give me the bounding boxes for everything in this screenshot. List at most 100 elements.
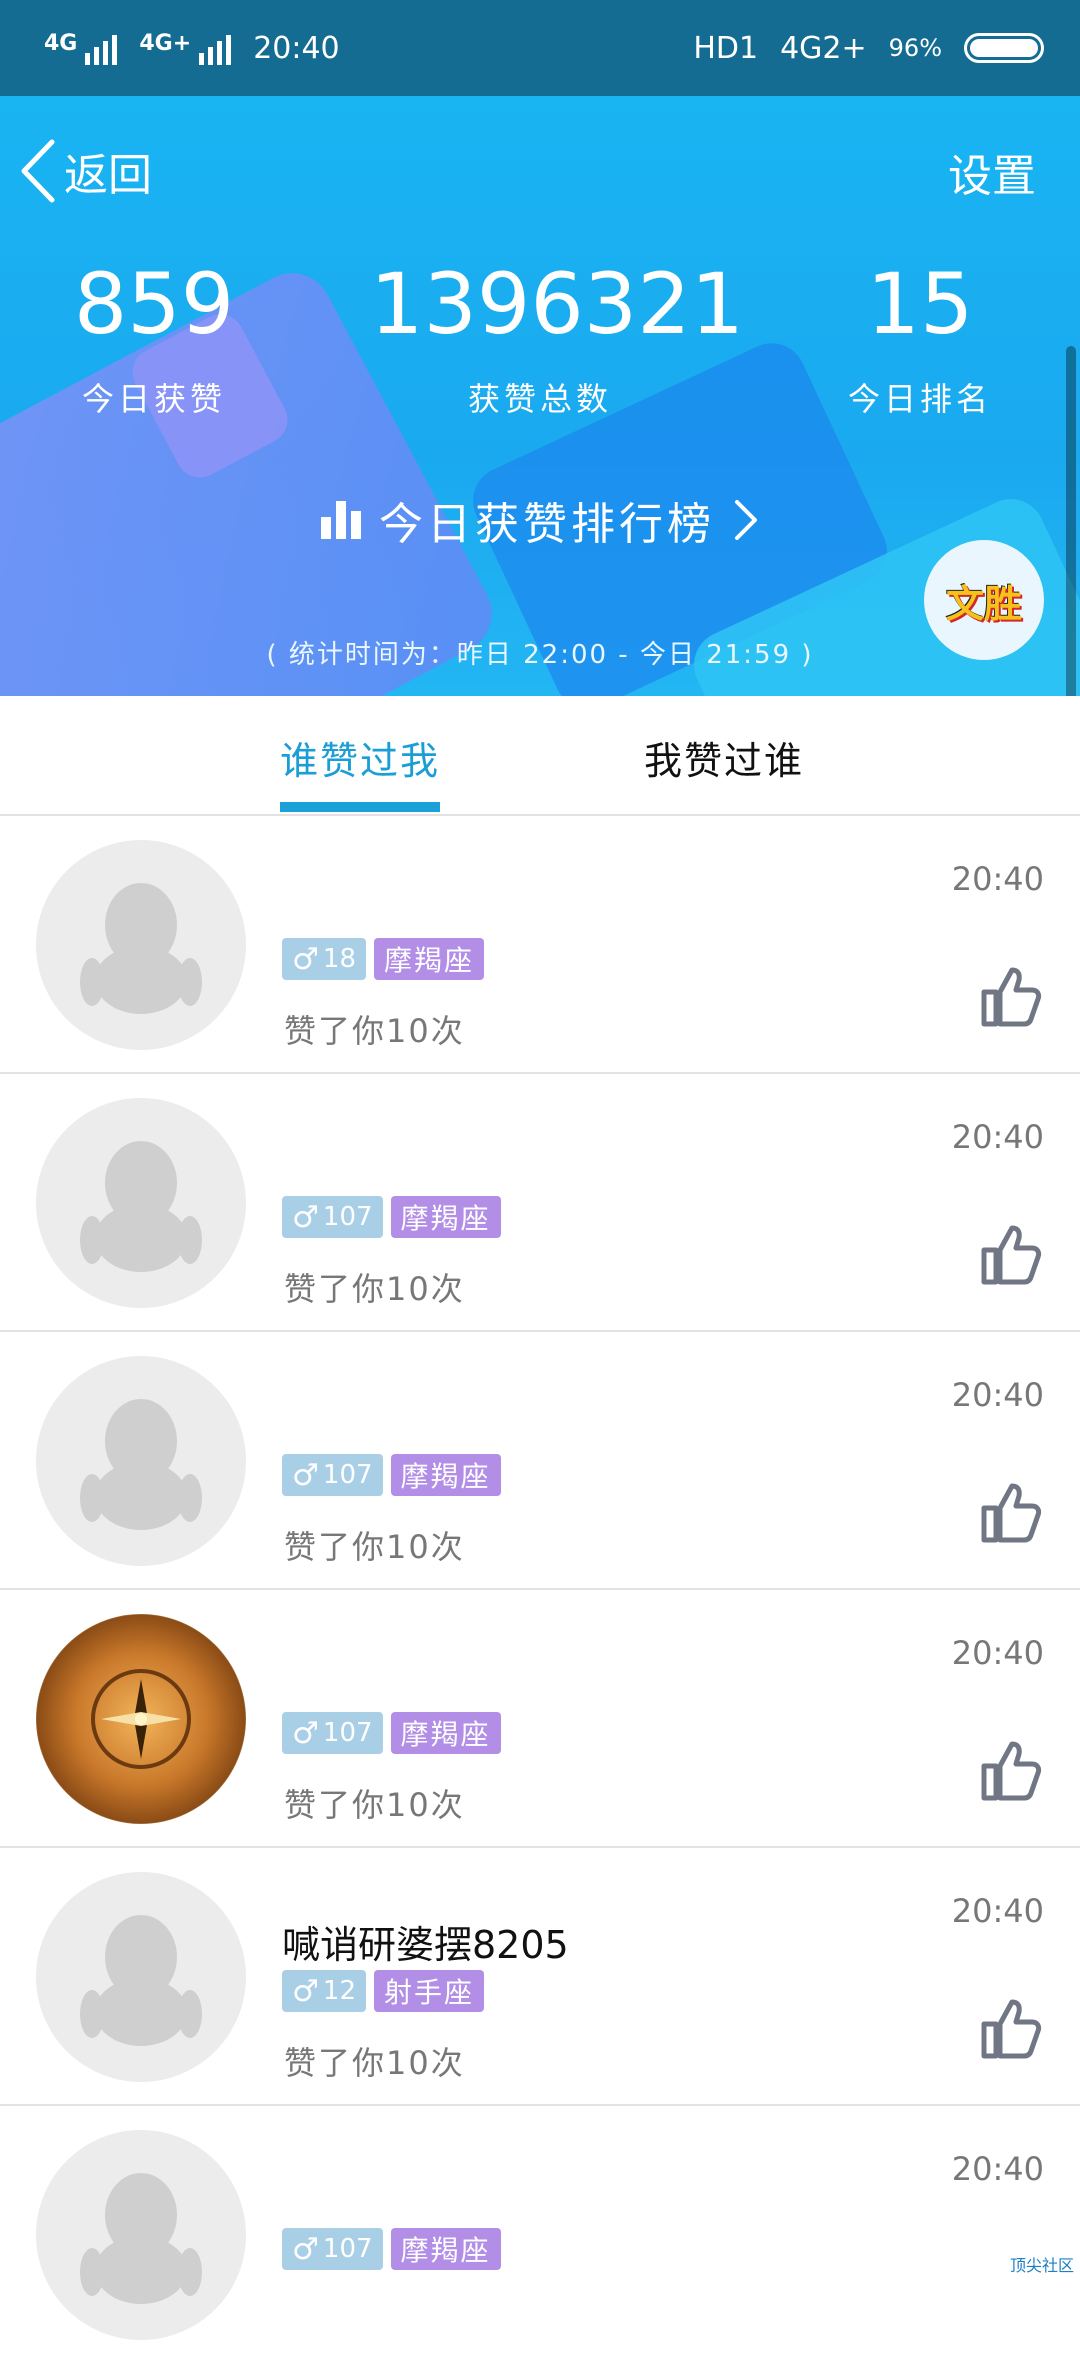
user-tags: ♂12 射手座 — [282, 1970, 484, 2012]
penguin-icon — [76, 1902, 206, 2052]
penguin-icon — [76, 1128, 206, 1278]
settings-button[interactable]: 设置 — [948, 140, 1036, 204]
tab-i-liked[interactable]: 我赞过谁 — [644, 730, 804, 785]
list-item[interactable]: 20:40 ♂107 摩羯座 赞了你10次 — [0, 1074, 1080, 1332]
like-time: 20:40 — [952, 860, 1044, 898]
avatar[interactable] — [36, 1356, 246, 1566]
leaderboard-link[interactable]: 今日获赞排行榜 — [0, 488, 1080, 552]
status-left: 4G 4G+ 20:40 — [44, 31, 340, 66]
status-right: HD1 4G2+ 96% — [693, 31, 1044, 66]
gender-age-tag: ♂107 — [282, 1196, 383, 1238]
thumbs-up-icon[interactable] — [980, 1998, 1042, 2060]
gender-age-tag: ♂12 — [282, 1970, 366, 2012]
stat-value: 1396321 — [370, 256, 710, 352]
avatar[interactable] — [36, 1614, 246, 1824]
penguin-icon — [76, 1386, 206, 1536]
scrollbar[interactable] — [1066, 346, 1076, 696]
thumbs-up-icon[interactable] — [980, 1740, 1042, 1802]
signal-1-icon: 4G — [44, 31, 117, 65]
male-icon: ♂ — [292, 942, 319, 977]
stat-today-rank: 15 今日排名 — [820, 256, 1020, 420]
likes-count-text: 赞了你10次 — [284, 1780, 465, 1826]
likes-count-text: 赞了你10次 — [284, 1264, 465, 1310]
user-tags: ♂107 摩羯座 — [282, 1454, 501, 1496]
leaderboard-label: 今日获赞排行榜 — [379, 488, 715, 552]
penguin-icon — [76, 870, 206, 1020]
male-icon: ♂ — [292, 2232, 319, 2267]
stat-total-likes: 1396321 获赞总数 — [370, 256, 710, 420]
list-item[interactable]: 20:40 ♂107 摩羯座 — [0, 2106, 1080, 2364]
signal-2-icon: 4G+ — [139, 31, 231, 65]
gender-age-tag: ♂107 — [282, 1454, 383, 1496]
zodiac-tag: 摩羯座 — [391, 2228, 501, 2270]
list-item[interactable]: 喊诮研婆摆8205 20:40 ♂12 射手座 赞了你10次 — [0, 1848, 1080, 2106]
likes-count-text: 赞了你10次 — [284, 1006, 465, 1052]
gender-age-tag: ♂18 — [282, 938, 366, 980]
user-tags: ♂107 摩羯座 — [282, 2228, 501, 2270]
likes-header: 返回 设置 859 今日获赞 1396321 获赞总数 15 今日排名 今日获赞… — [0, 96, 1080, 696]
user-tags: ♂107 摩羯座 — [282, 1712, 501, 1754]
network-type-2: 4G+ — [139, 31, 191, 56]
gender-age-tag: ♂107 — [282, 2228, 383, 2270]
badge-logo: 文胜 — [946, 573, 1022, 628]
list-item[interactable]: 20:40 ♂18 摩羯座 赞了你10次 — [0, 816, 1080, 1074]
tab-indicator — [280, 802, 440, 812]
watermark: 顶尖社区 — [1004, 2248, 1080, 2280]
zodiac-tag: 摩羯座 — [391, 1196, 501, 1238]
tab-bar: 谁赞过我 我赞过谁 — [0, 696, 1080, 816]
network-type-1: 4G — [44, 31, 77, 56]
like-time: 20:40 — [952, 1634, 1044, 1672]
likes-list: 20:40 ♂18 摩羯座 赞了你10次 20:40 ♂107 摩羯座 赞了你1… — [0, 816, 1080, 2364]
list-item[interactable]: 20:40 ♂107 摩羯座 赞了你10次 — [0, 1590, 1080, 1848]
gender-age-tag: ♂107 — [282, 1712, 383, 1754]
tab-who-liked-me[interactable]: 谁赞过我 — [280, 730, 440, 785]
avatar[interactable] — [36, 1098, 246, 1308]
battery-icon — [964, 33, 1044, 63]
age: 107 — [323, 1202, 373, 1232]
male-icon: ♂ — [292, 1716, 319, 1751]
stat-value: 859 — [54, 256, 254, 352]
badge-button[interactable]: 文胜 — [924, 540, 1044, 660]
avatar[interactable] — [36, 840, 246, 1050]
age: 12 — [323, 1976, 356, 2006]
male-icon: ♂ — [292, 1974, 319, 2009]
zodiac-tag: 摩羯座 — [391, 1712, 501, 1754]
chevron-right-icon — [733, 498, 759, 542]
list-item[interactable]: 20:40 ♂107 摩羯座 赞了你10次 — [0, 1332, 1080, 1590]
thumbs-up-icon[interactable] — [980, 1224, 1042, 1286]
thumbs-up-icon[interactable] — [980, 966, 1042, 1028]
stat-value: 15 — [820, 256, 1020, 352]
compass-icon — [76, 1644, 206, 1794]
male-icon: ♂ — [292, 1458, 319, 1493]
avatar[interactable] — [36, 1872, 246, 2082]
stats-period: ( 统计时间为：昨日 22:00 - 今日 21:59 ) — [0, 634, 1080, 671]
avatar[interactable] — [36, 2130, 246, 2340]
back-label: 返回 — [64, 139, 152, 203]
like-time: 20:40 — [952, 1118, 1044, 1156]
thumbs-up-icon[interactable] — [980, 1482, 1042, 1544]
zodiac-tag: 摩羯座 — [374, 938, 484, 980]
status-time: 20:40 — [253, 31, 339, 66]
back-button[interactable]: 返回 — [18, 136, 152, 206]
chevron-left-icon — [18, 138, 58, 204]
stat-label: 今日获赞 — [54, 374, 254, 420]
stat-today-likes: 859 今日获赞 — [54, 256, 254, 420]
bar-chart-icon — [321, 501, 361, 539]
zodiac-tag: 摩羯座 — [391, 1454, 501, 1496]
likes-count-text: 赞了你10次 — [284, 2038, 465, 2084]
likes-count-text: 赞了你10次 — [284, 1522, 465, 1568]
penguin-icon — [76, 2160, 206, 2310]
age: 18 — [323, 944, 356, 974]
zodiac-tag: 射手座 — [374, 1970, 484, 2012]
user-tags: ♂107 摩羯座 — [282, 1196, 501, 1238]
like-time: 20:40 — [952, 1892, 1044, 1930]
user-tags: ♂18 摩羯座 — [282, 938, 484, 980]
hd-indicator: HD1 — [693, 31, 758, 66]
age: 107 — [323, 1460, 373, 1490]
stat-label: 获赞总数 — [370, 374, 710, 420]
like-time: 20:40 — [952, 1376, 1044, 1414]
age: 107 — [323, 2234, 373, 2264]
status-bar: 4G 4G+ 20:40 HD1 4G2+ 96% — [0, 0, 1080, 96]
like-time: 20:40 — [952, 2150, 1044, 2188]
male-icon: ♂ — [292, 1200, 319, 1235]
